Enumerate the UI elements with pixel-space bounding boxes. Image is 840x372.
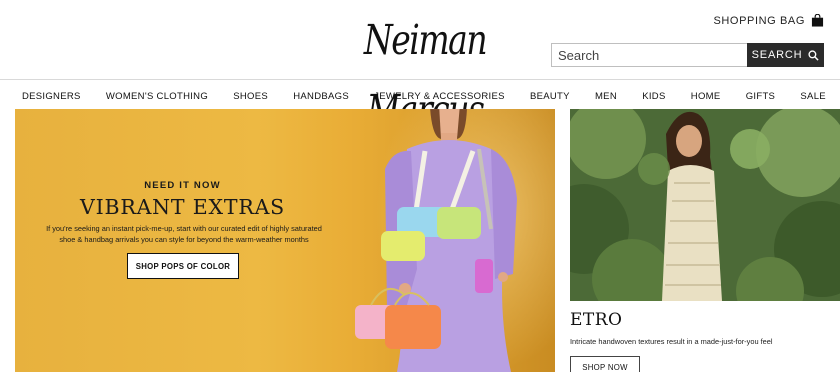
etro-description: Intricate handwoven textures result in a… [570, 337, 773, 346]
nav-item-beauty[interactable]: BEAUTY [530, 86, 570, 108]
logo[interactable]: Neiman Marcus [340, 5, 510, 134]
search-icon [808, 49, 819, 61]
shopping-bag-label: SHOPPING BAG [713, 14, 805, 27]
search-bar: SEARCH [551, 43, 824, 67]
hero-banner[interactable]: NEED IT NOW VIBRANT EXTRAS If you're see… [15, 109, 555, 372]
shopping-bag-link[interactable]: SHOPPING BAG [713, 14, 824, 27]
search-button-label: SEARCH [751, 49, 803, 61]
main-nav: DESIGNERS WOMEN'S CLOTHING SHOES HANDBAG… [0, 86, 840, 108]
hero-description: If you're seeking an instant pick-me-up,… [46, 224, 322, 244]
site-header: Neiman Marcus SHOPPING BAG SEARCH [0, 0, 840, 134]
nav-item-shoes[interactable]: SHOES [233, 86, 268, 108]
etro-promo-image[interactable] [570, 109, 840, 301]
etro-title: ETRO [570, 310, 623, 330]
shop-now-button[interactable]: SHOP NOW [570, 356, 640, 372]
hero-eyebrow: NEED IT NOW [144, 180, 221, 191]
nav-item-designers[interactable]: DESIGNERS [22, 86, 81, 108]
nav-item-kids[interactable]: KIDS [642, 86, 665, 108]
nav-item-gifts[interactable]: GIFTS [746, 86, 775, 108]
nav-item-handbags[interactable]: HANDBAGS [293, 86, 349, 108]
nav-item-home[interactable]: HOME [691, 86, 721, 108]
shopping-bag-icon [811, 14, 824, 27]
shop-pops-of-color-button[interactable]: SHOP POPS OF COLOR [127, 253, 239, 279]
hero-model-image [355, 109, 517, 372]
nav-item-womens-clothing[interactable]: WOMEN'S CLOTHING [106, 86, 208, 108]
nav-item-sale[interactable]: SALE [800, 86, 826, 108]
search-button[interactable]: SEARCH [747, 43, 824, 67]
nav-item-men[interactable]: MEN [595, 86, 617, 108]
etro-scene [570, 109, 840, 301]
search-input[interactable] [551, 43, 747, 67]
hero-title: VIBRANT EXTRAS [79, 195, 286, 219]
nav-item-jewelry-accessories[interactable]: JEWELRY & ACCESSORIES [374, 86, 505, 108]
